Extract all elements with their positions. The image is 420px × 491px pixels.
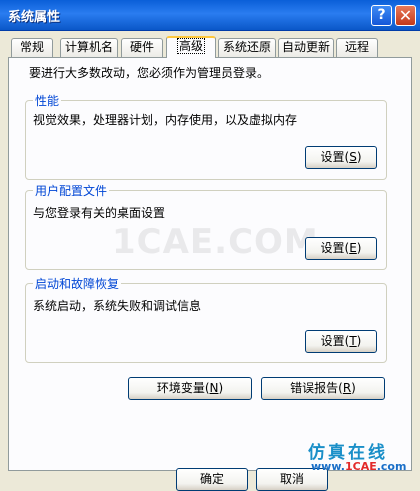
performance-group-title: 性能 [33, 92, 62, 109]
startup-recovery-description: 系统启动，系统失败和调试信息 [33, 299, 202, 313]
watermark-url-prefix: www. [311, 460, 345, 473]
tab-label: 系统还原 [222, 40, 271, 54]
startup-recovery-group-title: 启动和故障恢复 [33, 275, 122, 292]
tab-general[interactable]: 常规 [11, 38, 53, 57]
tab-label: 远程 [344, 40, 369, 54]
button-label: 设置 [320, 241, 345, 255]
tab-label: 高级 [176, 38, 206, 54]
button-label: 设置 [320, 150, 345, 164]
watermark-url: www.1CAE.com [311, 460, 406, 473]
ok-button[interactable]: 确定 [176, 468, 248, 491]
access-key: R [342, 381, 352, 395]
watermark-url-suffix: .com [376, 460, 407, 473]
tab-label: 常规 [19, 40, 44, 54]
user-profiles-settings-button[interactable]: 设置(E) [305, 237, 377, 260]
startup-recovery-settings-button[interactable]: 设置(T) [305, 330, 377, 353]
title-bar[interactable]: 系统属性 ? ✕ [0, 0, 420, 31]
button-label: 错误报告 [290, 381, 339, 395]
user-profiles-group-title: 用户配置文件 [33, 182, 110, 199]
window-title: 系统属性 [8, 10, 61, 25]
performance-description: 视觉效果，处理器计划，内存使用，以及虚拟内存 [33, 113, 298, 127]
tab-label: 硬件 [129, 40, 154, 54]
tab-system-restore[interactable]: 系统还原 [218, 38, 276, 57]
access-key: E [349, 241, 357, 255]
button-label: 设置 [320, 334, 345, 348]
button-label: 环境变量 [156, 381, 205, 395]
user-profiles-description: 与您登录有关的桌面设置 [33, 206, 166, 220]
access-key: S [349, 150, 357, 164]
tab-auto-update[interactable]: 自动更新 [278, 38, 334, 57]
tab-label: 计算机名 [64, 40, 113, 54]
help-icon[interactable]: ? [371, 5, 392, 26]
tab-label: 自动更新 [281, 40, 330, 54]
access-key: T [349, 334, 357, 348]
tab-remote[interactable]: 远程 [336, 38, 378, 57]
close-icon[interactable]: ✕ [395, 5, 416, 26]
watermark-url-brand: 1CAE [344, 460, 377, 473]
admin-notice: 要进行大多数改动，您必须作为管理员登录。 [29, 66, 270, 80]
performance-settings-button[interactable]: 设置(S) [305, 146, 377, 169]
access-key: N [209, 381, 219, 395]
environment-variables-button[interactable]: 环境变量(N) [128, 377, 252, 400]
error-reporting-button[interactable]: 错误报告(R) [261, 377, 385, 400]
tab-hardware[interactable]: 硬件 [121, 38, 163, 57]
tab-advanced[interactable]: 高级 [166, 36, 216, 58]
tab-computer-name[interactable]: 计算机名 [60, 38, 118, 57]
